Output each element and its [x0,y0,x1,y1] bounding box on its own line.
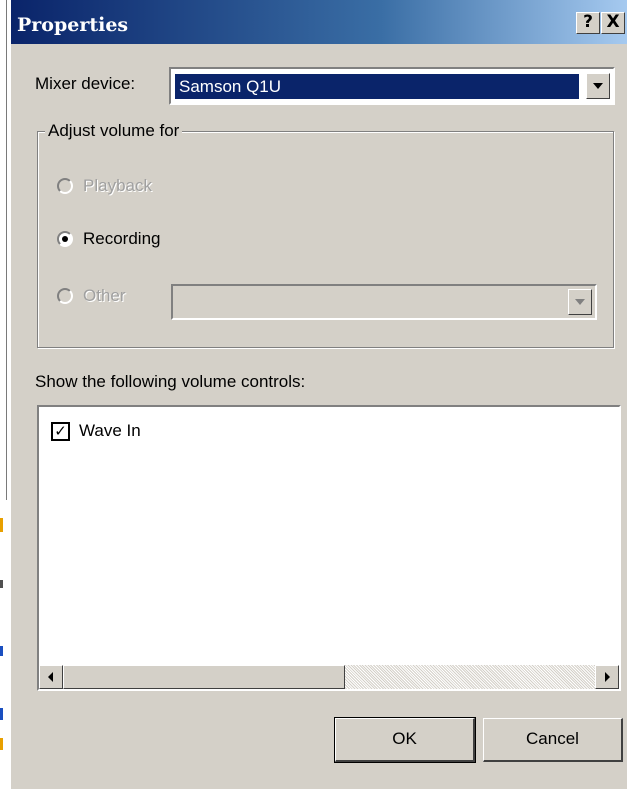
list-item-label: Wave In [79,421,141,440]
dropdown-arrow-button[interactable] [586,73,610,99]
chevron-down-icon [593,83,603,89]
cancel-button[interactable]: Cancel [483,718,623,762]
title-bar[interactable]: Properties ? X [11,0,627,44]
scrollbar-thumb[interactable] [63,665,345,689]
arrow-left-icon [48,672,53,682]
mixer-device-value: Samson Q1U [175,74,579,99]
radio-other[interactable] [57,288,73,304]
scroll-right-button[interactable] [595,665,619,689]
arrow-right-icon [605,672,610,682]
mixer-device-label: Mixer device: [35,74,136,93]
background-icon-fragment [0,518,3,532]
background-icon-fragment [0,646,3,656]
radio-other-label: Other [83,286,126,305]
window-title: Properties [17,14,129,36]
help-button[interactable]: ? [576,12,600,34]
mixer-device-dropdown[interactable]: Samson Q1U [169,67,615,105]
scroll-left-button[interactable] [39,665,63,689]
adjust-volume-title: Adjust volume for [45,121,183,141]
background-window-edge [6,0,7,500]
background-icon-fragment [0,708,3,720]
radio-playback[interactable] [57,178,73,194]
background-icon-fragment [0,738,3,750]
volume-controls-label: Show the following volume controls: [35,372,306,391]
radio-selected-dot [62,236,68,242]
other-dropdown-arrow-button[interactable] [568,289,592,315]
ok-button[interactable]: OK [334,717,476,763]
radio-recording[interactable] [57,231,73,247]
wave-in-checkbox[interactable]: ✓ [51,422,70,441]
background-window-strip [0,0,10,789]
radio-recording-label: Recording [83,229,161,248]
horizontal-scrollbar[interactable] [39,665,619,689]
chevron-down-icon [575,299,585,305]
volume-controls-list[interactable]: ✓ Wave In [37,405,621,691]
other-device-dropdown[interactable] [171,284,597,320]
background-icon-fragment [0,580,3,588]
close-button[interactable]: X [601,12,625,34]
properties-dialog: Properties ? X Mixer device: Samson Q1U … [10,0,627,789]
radio-playback-label: Playback [83,176,152,195]
